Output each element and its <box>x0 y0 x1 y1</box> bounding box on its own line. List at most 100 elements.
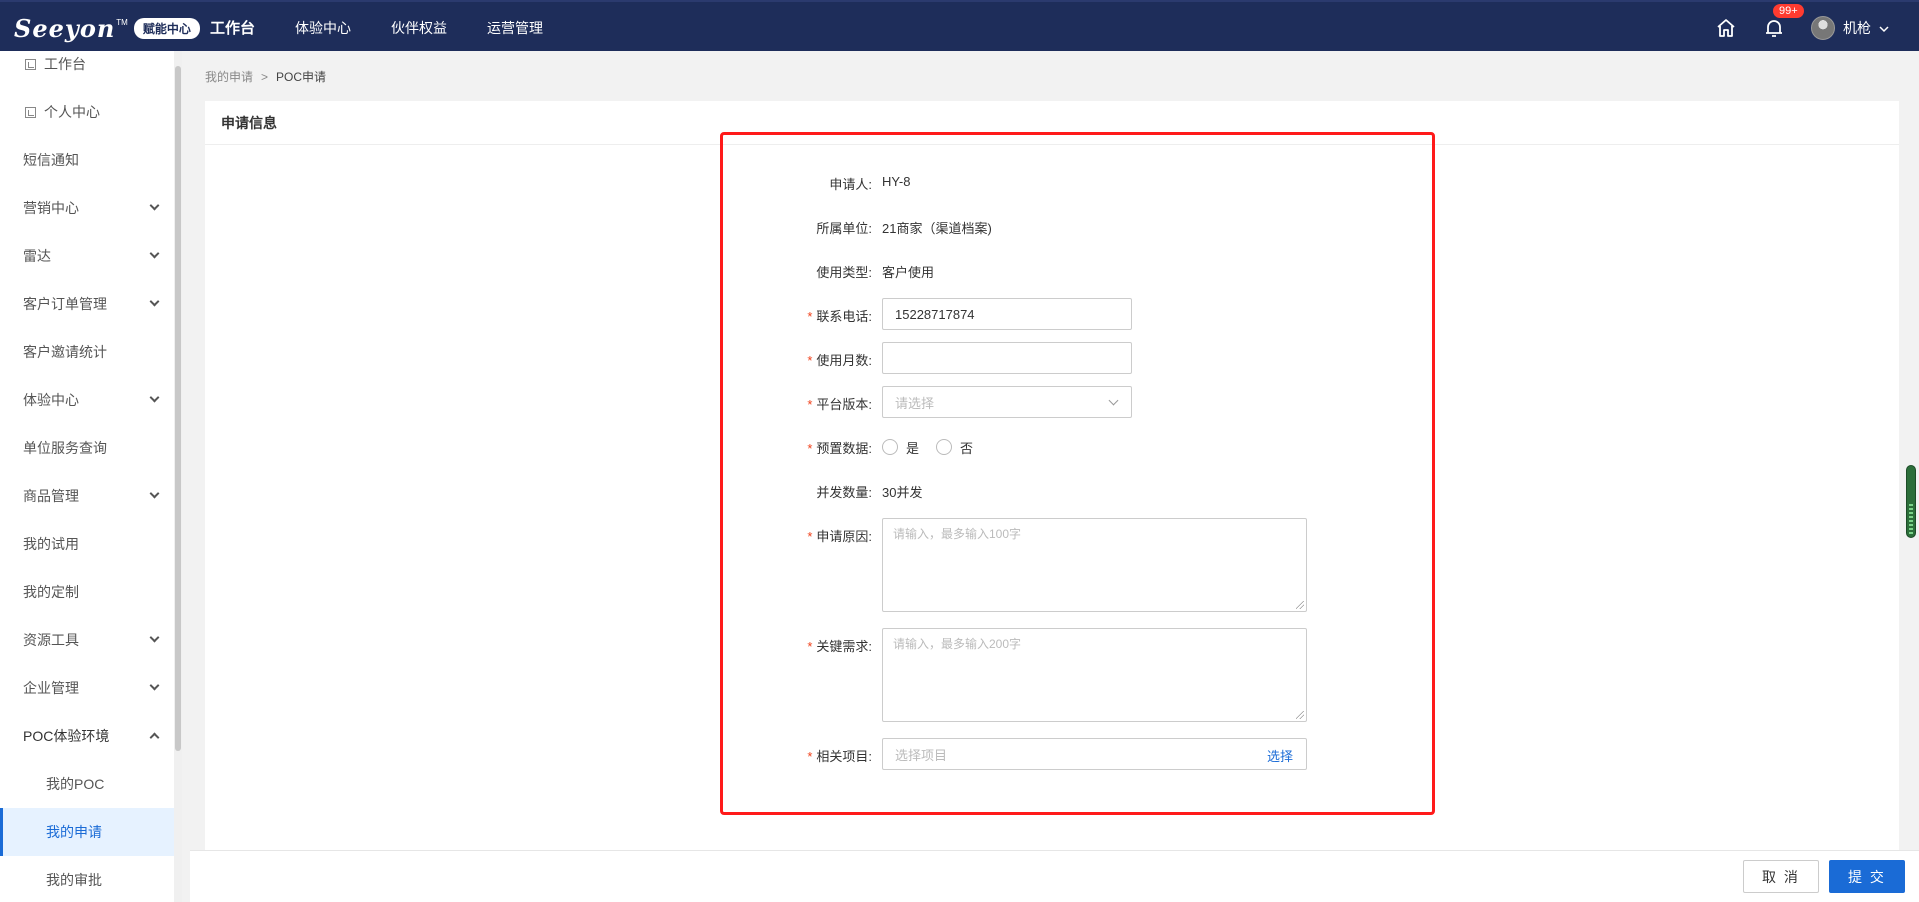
nav-operations[interactable]: 运营管理 <box>487 18 543 38</box>
version-select[interactable]: 请选择 <box>882 386 1132 418</box>
chevron-up-icon <box>149 732 160 743</box>
project-label: * 相关项目: <box>752 746 872 765</box>
reason-label: * 申请原因: <box>752 526 872 545</box>
sidebar-item-my-poc[interactable]: 我的POC <box>0 760 182 808</box>
sidebar-item-label: 我的申请 <box>46 824 102 840</box>
chevron-down-icon <box>149 200 160 211</box>
resize-grip-icon[interactable] <box>1296 601 1304 609</box>
version-select-placeholder: 请选择 <box>895 395 935 411</box>
months-label: * 使用月数: <box>752 350 872 369</box>
sidebar-item-my-approval[interactable]: 我的审批 <box>0 856 182 902</box>
months-field[interactable] <box>882 342 1132 374</box>
requirement-label-text: 关键需求: <box>816 639 872 654</box>
top-navigation-bar: Seeyon TM 赋能中心 工作台 体验中心 伙伴权益 运营管理 99+ 机枪 <box>0 0 1919 51</box>
phone-label: * 联系电话: <box>752 306 872 325</box>
phone-label-text: 联系电话: <box>816 309 872 324</box>
preset-no-label[interactable]: 否 <box>960 438 973 457</box>
phone-field[interactable]: 15228717874 <box>882 298 1132 330</box>
sidebar-item-label: 我的审批 <box>46 872 102 888</box>
cancel-button[interactable]: 取 消 <box>1743 860 1819 893</box>
reason-textarea[interactable]: 请输入，最多输入100字 <box>882 518 1307 612</box>
logo-text: Seeyon <box>14 13 116 43</box>
project-label-text: 相关项目: <box>816 749 872 764</box>
sidebar-item-customer-orders[interactable]: 客户订单管理 <box>0 280 182 328</box>
sidebar-item-my-custom[interactable]: 我的定制 <box>0 568 182 616</box>
preset-no-radio[interactable] <box>936 439 952 455</box>
sidebar: 工作台 个人中心 短信通知 营销中心 雷达 客户订单管理 客户邀请统计 体验中心… <box>0 51 182 902</box>
sidebar-item-workbench[interactable]: 工作台 <box>0 51 182 88</box>
sidebar-item-invite-stats[interactable]: 客户邀请统计 <box>0 328 182 376</box>
sidebar-scrollbar-thumb[interactable] <box>175 66 181 751</box>
sidebar-item-label: 企业管理 <box>23 680 79 696</box>
applicant-value: HY-8 <box>882 174 911 189</box>
chevron-down-icon <box>149 248 160 259</box>
sidebar-scrollbar[interactable] <box>174 51 182 902</box>
nav-workbench[interactable]: 工作台 <box>210 17 255 38</box>
sidebar-item-label: 雷达 <box>23 248 51 264</box>
nav-experience-center[interactable]: 体验中心 <box>295 18 351 38</box>
preset-label-text: 预置数据: <box>816 441 872 456</box>
logo[interactable]: Seeyon TM 赋能中心 <box>14 13 200 43</box>
page-icon <box>25 58 36 70</box>
breadcrumb-separator: > <box>261 69 269 84</box>
sidebar-item-sms[interactable]: 短信通知 <box>0 136 182 184</box>
bell-icon[interactable]: 99+ <box>1763 3 1804 39</box>
reason-placeholder: 请输入，最多输入100字 <box>893 527 1022 541</box>
sidebar-item-label: 我的试用 <box>23 536 79 552</box>
sidebar-item-marketing[interactable]: 营销中心 <box>0 184 182 232</box>
side-widget-icon[interactable] <box>1906 465 1916 538</box>
sidebar-item-my-trial[interactable]: 我的试用 <box>0 520 182 568</box>
use-type-value: 客户使用 <box>882 265 935 280</box>
required-mark: * <box>807 749 813 764</box>
sidebar-item-personal-center[interactable]: 个人中心 <box>0 88 182 136</box>
version-label-text: 平台版本: <box>816 397 872 412</box>
sidebar-item-experience-center[interactable]: 体验中心 <box>0 376 182 424</box>
concurrency-value: 30并发 <box>882 485 923 500</box>
sidebar-item-poc-env[interactable]: POC体验环境 <box>0 712 182 760</box>
chevron-down-icon <box>149 392 160 403</box>
sidebar-item-label: 短信通知 <box>23 152 79 168</box>
applicant-label: 申请人: <box>829 177 872 192</box>
requirement-textarea[interactable]: 请输入，最多输入200字 <box>882 628 1307 722</box>
sidebar-item-label: 体验中心 <box>23 392 79 408</box>
sidebar-item-label: 商品管理 <box>23 488 79 504</box>
logo-badge: 赋能中心 <box>133 17 200 39</box>
chevron-down-icon[interactable] <box>1879 20 1889 36</box>
resize-grip-icon[interactable] <box>1296 711 1304 719</box>
sidebar-item-label: 我的定制 <box>23 584 79 600</box>
breadcrumb: 我的申请 > POC申请 <box>205 68 326 85</box>
requirement-label: * 关键需求: <box>752 636 872 655</box>
sidebar-item-label: 我的POC <box>46 776 105 792</box>
chevron-down-icon <box>149 632 160 643</box>
sidebar-item-label: 营销中心 <box>23 200 79 216</box>
sidebar-item-product-management[interactable]: 商品管理 <box>0 472 182 520</box>
sidebar-item-unit-service[interactable]: 单位服务查询 <box>0 424 182 472</box>
sidebar-item-label: 资源工具 <box>23 632 79 648</box>
unit-label: 所属单位: <box>816 221 872 236</box>
preset-yes-radio[interactable] <box>882 439 898 455</box>
notification-badge: 99+ <box>1773 3 1804 18</box>
unit-value: 21商家（渠道档案) <box>882 221 992 236</box>
nav-partner-benefits[interactable]: 伙伴权益 <box>391 18 447 38</box>
preset-yes-label[interactable]: 是 <box>906 438 919 457</box>
panel-title: 申请信息 <box>205 101 1899 145</box>
required-mark: * <box>807 639 813 654</box>
sidebar-item-radar[interactable]: 雷达 <box>0 232 182 280</box>
submit-button[interactable]: 提 交 <box>1829 860 1905 893</box>
preset-label: * 预置数据: <box>752 438 872 457</box>
home-icon[interactable] <box>1715 17 1737 39</box>
sidebar-item-resource-tools[interactable]: 资源工具 <box>0 616 182 664</box>
sidebar-item-label: 客户邀请统计 <box>23 344 107 360</box>
use-type-label: 使用类型: <box>816 265 872 280</box>
chevron-down-icon <box>149 680 160 691</box>
sidebar-item-my-application[interactable]: 我的申请 <box>0 808 182 856</box>
top-nav: 工作台 体验中心 伙伴权益 运营管理 <box>210 2 583 53</box>
breadcrumb-parent[interactable]: 我的申请 <box>205 68 253 85</box>
required-mark: * <box>807 309 813 324</box>
select-project-button[interactable]: 选择 <box>1267 746 1293 765</box>
avatar[interactable] <box>1811 15 1835 40</box>
username[interactable]: 机枪 <box>1843 18 1871 38</box>
sidebar-item-enterprise[interactable]: 企业管理 <box>0 664 182 712</box>
sidebar-item-label: POC体验环境 <box>23 728 110 744</box>
project-field[interactable]: 选择项目 <box>882 738 1307 770</box>
